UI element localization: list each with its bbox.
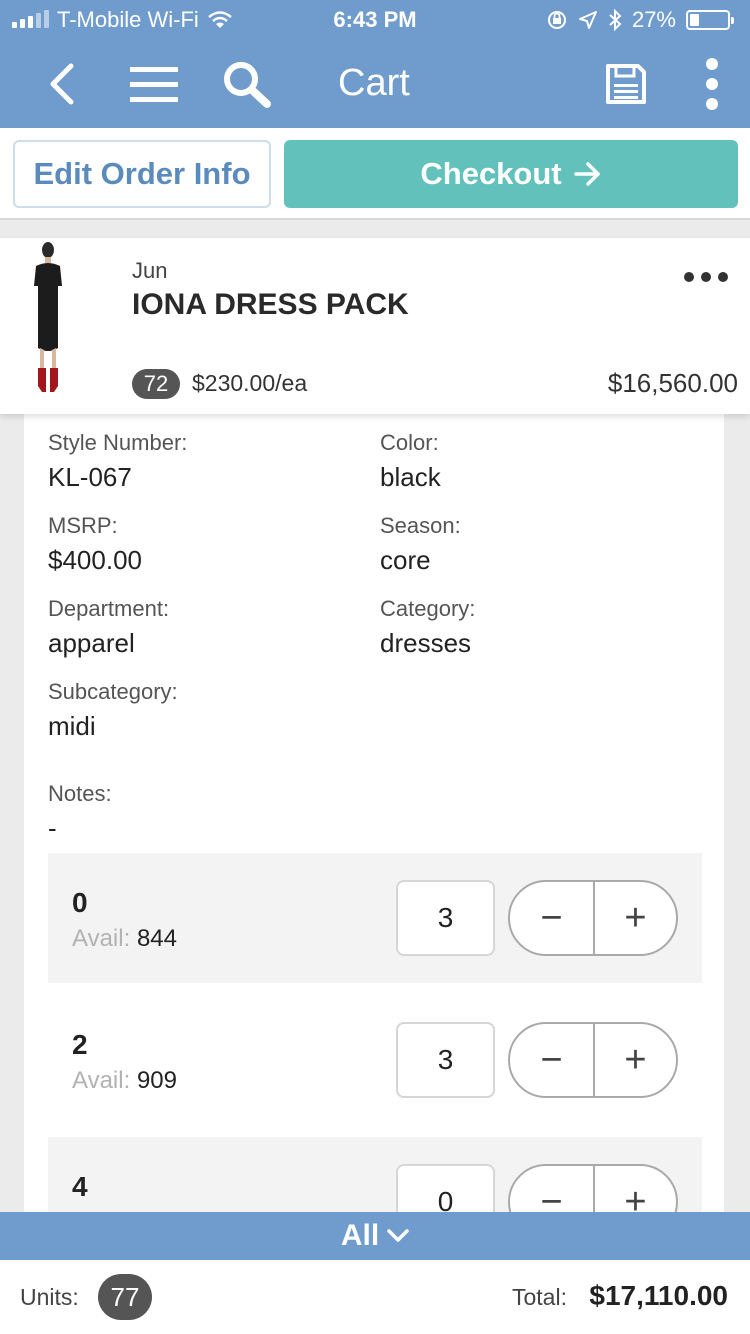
product-card[interactable]: Jun IONA DRESS PACK 72 $230.00/ea $16,56…	[0, 238, 750, 414]
quantity-stepper: − +	[508, 1022, 678, 1098]
category-field: Category: dresses	[380, 596, 475, 659]
department-field: Department: apparel	[48, 596, 169, 659]
page-title: Cart	[338, 62, 410, 104]
field-value: midi	[48, 711, 96, 741]
units-badge: 77	[98, 1274, 152, 1320]
avail-label: Avail:	[72, 1067, 131, 1094]
field-label: Subcategory:	[48, 679, 178, 704]
more-vertical-icon[interactable]	[686, 58, 738, 110]
field-value: $400.00	[48, 545, 142, 575]
app-header: T-Mobile Wi-Fi 6:43 PM 27% Cart	[0, 0, 750, 128]
notes-field: Notes: -	[48, 781, 112, 844]
size-label: 4	[72, 1171, 88, 1202]
location-icon	[578, 11, 597, 29]
chevron-down-icon	[387, 1229, 409, 1242]
cart-summary-footer: Units: 77 Total: $17,110.00	[0, 1260, 750, 1334]
field-label: Category:	[380, 596, 476, 621]
field-value: apparel	[48, 628, 135, 658]
more-horizontal-icon[interactable]	[684, 272, 728, 282]
field-value: KL-067	[48, 462, 132, 492]
field-label: Notes:	[48, 781, 112, 806]
avail-value: 909	[136, 1067, 177, 1094]
navbar: Cart	[0, 40, 750, 128]
field-label: Color:	[380, 430, 439, 455]
field-value: core	[380, 545, 431, 575]
style-number-field: Style Number: KL-067	[48, 430, 187, 493]
quantity-input[interactable]: 3	[396, 880, 495, 956]
units-label: Units:	[20, 1284, 79, 1310]
field-label: Department:	[48, 596, 170, 621]
menu-icon[interactable]	[128, 60, 180, 108]
size-label: 2	[72, 1029, 88, 1060]
quantity-stepper: − +	[508, 880, 678, 956]
size-availability: Avail: 909	[72, 1067, 177, 1095]
checkout-label: Checkout	[420, 156, 562, 191]
status-bar: T-Mobile Wi-Fi 6:43 PM 27%	[0, 0, 750, 40]
line-total: $16,560.00	[607, 368, 738, 398]
subcategory-field: Subcategory: midi	[48, 679, 178, 742]
decrement-button[interactable]: −	[510, 1024, 593, 1096]
product-vendor: Jun	[132, 258, 168, 283]
size-row: 2 Avail: 909 3 − +	[48, 995, 702, 1125]
product-name: IONA DRESS PACK	[132, 288, 409, 321]
total-label: Total:	[512, 1284, 567, 1310]
field-label: Season:	[380, 513, 461, 538]
msrp-field: MSRP: $400.00	[48, 513, 142, 576]
avail-label: Avail:	[72, 925, 131, 952]
total-value: $17,110.00	[589, 1280, 728, 1311]
action-bar: Edit Order Info Checkout	[0, 128, 750, 220]
checkout-button[interactable]: Checkout	[284, 140, 738, 208]
arrow-right-icon	[573, 162, 600, 186]
orientation-lock-icon	[547, 11, 566, 29]
color-field: Color: black	[380, 430, 441, 493]
size-row: 4 0 − +	[48, 1137, 702, 1212]
field-value: -	[48, 813, 57, 843]
size-filter-dropdown[interactable]: All	[0, 1212, 750, 1260]
battery-icon	[686, 10, 734, 30]
size-availability: Avail: 844	[72, 925, 177, 953]
product-details: Style Number: KL-067 Color: black MSRP: …	[24, 414, 724, 1212]
product-thumbnail	[34, 242, 62, 392]
decrement-button[interactable]: −	[510, 882, 593, 954]
avail-value: 844	[136, 925, 177, 952]
quantity-stepper: − +	[508, 1164, 678, 1212]
field-label: MSRP:	[48, 513, 118, 538]
quantity-badge: 72	[132, 369, 180, 399]
size-label: 0	[72, 887, 88, 918]
increment-button[interactable]: +	[593, 1024, 676, 1096]
filter-label: All	[340, 1219, 380, 1252]
quantity-input[interactable]: 0	[396, 1164, 495, 1212]
decrement-button[interactable]: −	[510, 1166, 593, 1213]
edit-order-info-button[interactable]: Edit Order Info	[13, 140, 271, 208]
battery-percent: 27%	[631, 7, 676, 32]
search-icon[interactable]	[221, 60, 273, 108]
back-chevron-icon[interactable]	[36, 60, 88, 108]
bluetooth-icon	[609, 9, 622, 31]
field-value: dresses	[380, 628, 472, 658]
quantity-input[interactable]: 3	[396, 1022, 495, 1098]
increment-button[interactable]: +	[593, 882, 676, 954]
field-value: black	[380, 462, 441, 492]
save-icon[interactable]	[600, 60, 652, 108]
season-field: Season: core	[380, 513, 461, 576]
unit-price: $230.00/ea	[192, 370, 308, 396]
field-label: Style Number:	[48, 430, 188, 455]
increment-button[interactable]: +	[593, 1166, 676, 1212]
size-row: 0 Avail: 844 3 − +	[48, 853, 702, 983]
